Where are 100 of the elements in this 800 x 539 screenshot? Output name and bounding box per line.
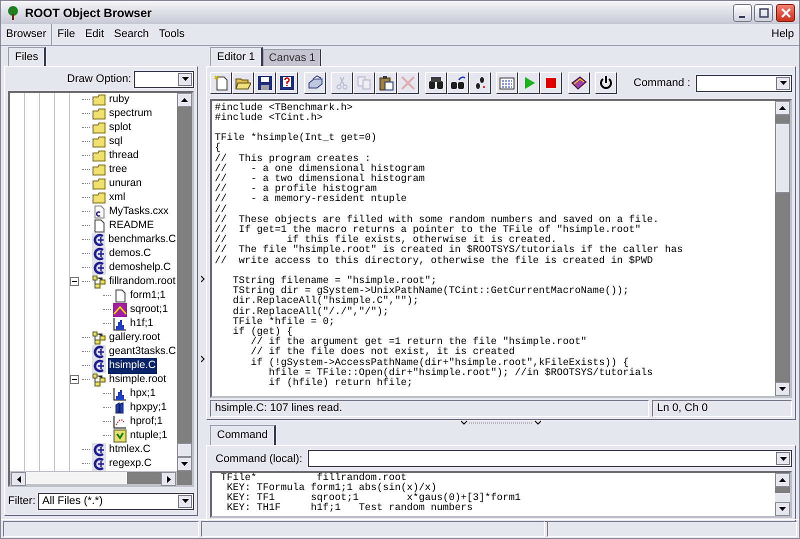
scroll-up-icon xyxy=(775,100,790,115)
tree-item[interactable]: h1f;1 xyxy=(129,316,154,332)
toolbar-button[interactable] xyxy=(304,72,326,94)
file-tree-icon xyxy=(92,372,106,387)
code-line: TString filename = "hsimple.root"; xyxy=(232,276,437,287)
tree-item[interactable]: htmlex.C xyxy=(108,442,152,458)
tree-item[interactable]: benchmarks.C xyxy=(107,232,177,248)
tab[interactable]: Files xyxy=(8,46,46,66)
tree-item[interactable]: geant3tasks.C xyxy=(108,344,177,360)
toolbar-button[interactable] xyxy=(232,72,254,94)
toolbar-button[interactable] xyxy=(254,72,276,94)
splitter-handle-icon[interactable] xyxy=(461,420,541,426)
tree-item[interactable]: regexp.C xyxy=(108,456,153,472)
book-icon xyxy=(570,75,586,91)
folder-icon xyxy=(92,92,106,107)
tab[interactable]: Editor 1 xyxy=(210,46,263,66)
tree-item[interactable]: fillrandom.root xyxy=(108,274,177,290)
toolbar-button[interactable] xyxy=(446,72,468,94)
tab[interactable]: Command xyxy=(210,425,276,445)
tab[interactable]: Canvas 1 xyxy=(262,48,322,66)
toolbar-button[interactable] xyxy=(568,72,590,94)
tree-item[interactable]: hpxpy;1 xyxy=(129,400,168,416)
delete-icon xyxy=(400,75,416,91)
toolbar-button[interactable] xyxy=(210,72,232,94)
tree-item[interactable]: sql xyxy=(108,134,124,150)
tree-item[interactable]: xml xyxy=(108,190,126,206)
code-line: #include <TBenchmark.h> xyxy=(214,104,354,114)
menu-item[interactable]: Browser xyxy=(1,26,52,43)
command-combo[interactable] xyxy=(696,74,792,92)
draw-option-combo[interactable] xyxy=(134,70,194,88)
filter-combo[interactable]: All Files (*.*) xyxy=(38,492,194,510)
minimize-button[interactable] xyxy=(732,4,752,22)
macro-icon xyxy=(92,442,106,457)
collapse-icon[interactable] xyxy=(70,277,79,286)
printer-icon xyxy=(306,75,322,91)
maximize-button[interactable] xyxy=(754,4,774,22)
scrollbar-thumb[interactable] xyxy=(775,122,790,193)
code-line: dir.ReplaceAll("hsimple.C",""); xyxy=(232,297,420,308)
tree-item[interactable]: hsimple.C xyxy=(108,358,157,374)
code-line: // write access to this directory, otherwise the file is created in $PWD xyxy=(214,256,654,267)
tree-item[interactable]: splot xyxy=(108,120,132,136)
output-line: KEY: TH1F h1f;1 Test random numbers xyxy=(226,504,474,515)
toolbar-button[interactable] xyxy=(424,72,446,94)
collapse-icon[interactable] xyxy=(70,375,79,384)
code-line: TFile *hfile = 0; xyxy=(232,318,336,328)
tree-item[interactable]: hpx;1 xyxy=(129,386,157,402)
tree-item[interactable]: ruby xyxy=(108,92,130,108)
toolbar-button[interactable] xyxy=(518,72,540,94)
scroll-up-icon xyxy=(775,472,790,487)
menu-item[interactable]: Edit xyxy=(80,26,110,43)
tree-item[interactable]: demoshelp.C xyxy=(108,260,172,276)
scrollbar-thumb[interactable] xyxy=(177,443,192,458)
folder-icon xyxy=(92,176,106,191)
binoculars-arrow-icon xyxy=(450,75,466,91)
tree-item[interactable]: gallery.root xyxy=(108,330,162,346)
scroll-right-icon xyxy=(161,472,176,486)
menu-item[interactable]: Tools xyxy=(154,26,190,43)
scroll-left-icon xyxy=(11,472,26,486)
toolbar-button[interactable] xyxy=(276,72,298,94)
toolbar-button[interactable] xyxy=(468,72,490,94)
tree-item[interactable]: thread xyxy=(108,148,140,164)
macro-icon xyxy=(92,246,106,261)
tree-item[interactable]: sqroot;1 xyxy=(129,302,169,318)
vertical-scrollbar[interactable] xyxy=(775,472,790,516)
code-line: // This program creates : xyxy=(214,154,372,164)
tree-item[interactable]: README xyxy=(108,218,155,234)
code-line: // - a memory-resident ntuple xyxy=(214,195,408,206)
folder-icon xyxy=(92,148,106,163)
cursor-position: Ln 0, Ch 0 xyxy=(652,400,792,417)
menu-item[interactable]: Help xyxy=(766,26,799,43)
tree-icon xyxy=(5,4,21,20)
menu-item[interactable]: File xyxy=(52,26,80,43)
status-message: hsimple.C: 107 lines read. xyxy=(210,400,650,417)
stop-icon xyxy=(543,75,559,91)
tree-item[interactable]: ntuple;1 xyxy=(129,428,168,444)
vertical-scrollbar[interactable] xyxy=(177,92,192,486)
file-tree-icon xyxy=(92,274,106,289)
tree-item[interactable]: demos.C xyxy=(108,246,152,262)
tree-item[interactable]: unuran xyxy=(108,176,143,192)
horizontal-scrollbar[interactable] xyxy=(10,471,177,486)
code-line: if (hfile) return hfile; xyxy=(268,378,414,390)
code-line: // The file "hsimple.root" is created in $ROOTSYS/tutorials if the caller has xyxy=(214,246,684,256)
histogram-icon xyxy=(113,386,127,401)
tree-item[interactable]: hsimple.root xyxy=(108,372,168,388)
menu-item[interactable]: Search xyxy=(109,26,154,43)
tree-item[interactable]: hprof;1 xyxy=(129,414,164,430)
tree-item[interactable]: spectrum xyxy=(108,106,154,122)
folder-icon xyxy=(92,120,106,135)
local-command-combo[interactable] xyxy=(308,450,792,468)
toolbar-button[interactable] xyxy=(540,72,562,94)
toolbar-button[interactable] xyxy=(595,72,617,94)
toolbar-button[interactable] xyxy=(496,72,518,94)
vertical-scrollbar[interactable] xyxy=(775,100,790,396)
tree-item[interactable]: tree xyxy=(108,162,128,178)
scroll-down-icon xyxy=(775,502,790,516)
scroll-down-icon xyxy=(775,382,790,396)
close-button[interactable] xyxy=(776,4,795,22)
toolbar-button[interactable] xyxy=(375,72,397,94)
tree-item[interactable]: form1;1 xyxy=(129,288,167,304)
tree-item[interactable]: MyTasks.cxx xyxy=(108,204,170,220)
